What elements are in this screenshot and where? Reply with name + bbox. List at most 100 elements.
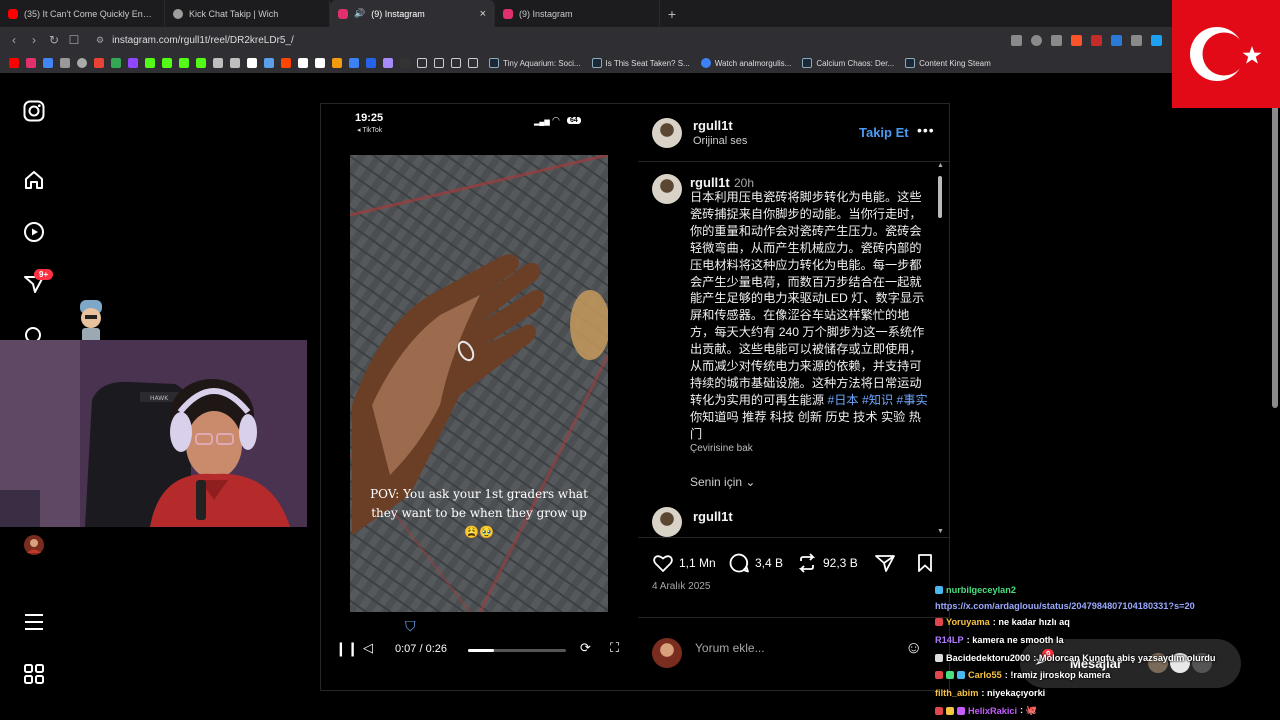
reels-icon[interactable]: [22, 220, 46, 244]
youtube-icon[interactable]: [9, 58, 19, 68]
repost-button[interactable]: 92,3 B: [796, 552, 858, 574]
menu-icon[interactable]: [22, 610, 46, 634]
steam-icon: [489, 58, 499, 68]
drive-icon[interactable]: [111, 58, 121, 68]
instagram-icon[interactable]: [26, 58, 36, 68]
bookmark-icon[interactable]: [213, 58, 223, 68]
caption-username[interactable]: rgull1t: [690, 175, 730, 190]
save-button[interactable]: [914, 552, 936, 574]
comment-avatar[interactable]: [652, 507, 682, 537]
zoom-icon[interactable]: [1031, 34, 1042, 46]
extension-icon[interactable]: [1131, 34, 1142, 46]
bookmark-icon[interactable]: [264, 58, 274, 68]
folder-icon[interactable]: [417, 58, 427, 68]
bookmark-link[interactable]: Calcium Chaos: Der...: [802, 58, 894, 68]
folder-icon[interactable]: [451, 58, 461, 68]
author-avatar[interactable]: [652, 118, 682, 148]
bookmark-icon[interactable]: [400, 58, 410, 68]
comment-input[interactable]: [695, 641, 895, 655]
bookmark-icon[interactable]: [349, 58, 359, 68]
speaker-icon[interactable]: 🔊: [354, 8, 365, 19]
more-options-icon[interactable]: •••: [917, 122, 935, 138]
kick-icon[interactable]: [196, 58, 206, 68]
volume-icon[interactable]: ◁: [363, 640, 373, 656]
share-button[interactable]: [874, 552, 896, 574]
my-avatar: [652, 638, 682, 668]
close-tab-icon[interactable]: ×: [480, 8, 486, 20]
comments-scrollbar[interactable]: ▲ ▼: [937, 162, 944, 536]
site-info-icon[interactable]: ⚙: [96, 35, 104, 46]
comments-scroll-thumb[interactable]: [938, 176, 942, 218]
apps-grid-icon[interactable]: [22, 662, 46, 686]
bookmark-icon[interactable]: ☐: [64, 33, 84, 47]
twitch-icon[interactable]: [128, 58, 138, 68]
caption-avatar[interactable]: [652, 174, 682, 204]
loop-icon[interactable]: ⟳: [580, 640, 591, 656]
bookmark-icon[interactable]: [332, 58, 342, 68]
chat-username: Carlo55: [968, 670, 1002, 680]
scroll-down-icon[interactable]: ▼: [937, 528, 944, 535]
like-button[interactable]: 1,1 Mn: [652, 552, 716, 574]
author-username[interactable]: rgull1t: [693, 118, 733, 133]
kick-icon[interactable]: [179, 58, 189, 68]
reddit-icon[interactable]: [281, 58, 291, 68]
tab-kick-chat[interactable]: Kick Chat Takip | Wich: [165, 0, 330, 27]
extension-icon[interactable]: [1111, 34, 1122, 46]
page-scroll-thumb[interactable]: [1272, 103, 1278, 408]
instagram-icon: [503, 8, 513, 19]
brave-shield-icon[interactable]: [1071, 34, 1082, 46]
bookmark-link[interactable]: Tiny Aquarium: Soci...: [489, 58, 581, 68]
bookmark-icon[interactable]: [383, 58, 393, 68]
extension-icon[interactable]: [1091, 34, 1102, 46]
screen-icon[interactable]: [1011, 34, 1022, 46]
comment-username[interactable]: rgull1t: [693, 509, 733, 524]
x-icon[interactable]: [247, 58, 257, 68]
folder-icon[interactable]: [434, 58, 444, 68]
back-icon[interactable]: ‹: [4, 33, 24, 47]
pause-icon[interactable]: ❙❙: [335, 640, 358, 657]
video-progress-bar[interactable]: [468, 649, 566, 652]
for-you-dropdown[interactable]: Senin için ⌄: [690, 475, 755, 489]
bookmark-icon[interactable]: [366, 58, 376, 68]
new-tab-button[interactable]: +: [660, 0, 684, 27]
reload-icon[interactable]: ↻: [44, 33, 64, 47]
home-icon[interactable]: [22, 168, 46, 192]
forward-icon[interactable]: ›: [24, 33, 44, 47]
folder-icon[interactable]: [468, 58, 478, 68]
follow-button[interactable]: Takip Et: [859, 125, 909, 140]
comment-button[interactable]: 3,4 B: [728, 552, 783, 574]
gmail-icon[interactable]: [94, 58, 104, 68]
bookmark-icon[interactable]: [60, 58, 70, 68]
see-translation-link[interactable]: Çevirisine bak: [690, 443, 753, 454]
kick-icon[interactable]: [162, 58, 172, 68]
bookmark-label: Calcium Chaos: Der...: [816, 58, 895, 68]
caption-age: 20h: [734, 176, 755, 190]
tab-youtube[interactable]: (35) It Can't Come Quickly Enough -: [0, 0, 165, 27]
bookmark-icon[interactable]: [315, 58, 325, 68]
chat-text: : 🐙: [1020, 705, 1038, 715]
bookmark-link[interactable]: Is This Seat Taken? S...: [591, 58, 690, 68]
url-field[interactable]: ⚙ instagram.com/rgull1t/reel/DR2kreLDr5_…: [96, 30, 1011, 50]
extension-icon[interactable]: [1151, 34, 1162, 46]
tab-title: (9) Instagram: [371, 8, 425, 19]
bookmark-link[interactable]: Watch analmorgulis...: [700, 58, 791, 68]
kick-icon[interactable]: [145, 58, 155, 68]
tab-instagram[interactable]: (9) Instagram: [495, 0, 660, 27]
fullscreen-icon[interactable]: ⛶: [610, 640, 619, 656]
bookmark-icon[interactable]: [77, 58, 87, 68]
instagram-logo-icon[interactable]: [22, 99, 46, 123]
emoji-icon[interactable]: ☺: [905, 638, 922, 658]
bookmark-icon[interactable]: [298, 58, 308, 68]
share-icon[interactable]: [1051, 34, 1062, 46]
bookmark-link[interactable]: Content King Steam: [905, 58, 991, 68]
scroll-up-icon[interactable]: ▲: [937, 162, 944, 169]
like-count: 1,1 Mn: [679, 556, 716, 570]
audio-label[interactable]: Orijinal ses: [693, 135, 747, 147]
chat-username: Bacidedektoru2000: [946, 653, 1031, 663]
bookmark-icon[interactable]: [230, 58, 240, 68]
profile-avatar[interactable]: [22, 533, 46, 557]
caption-hashtags[interactable]: #日本 #知识 #事实: [827, 393, 927, 407]
translate-icon[interactable]: [43, 58, 53, 68]
tab-instagram-active[interactable]: 🔊 (9) Instagram ×: [330, 0, 495, 27]
video-player[interactable]: 19:25 ◂ TikTok ▂▄▆ ◠ 64 POV: You ask you…: [321, 104, 637, 690]
